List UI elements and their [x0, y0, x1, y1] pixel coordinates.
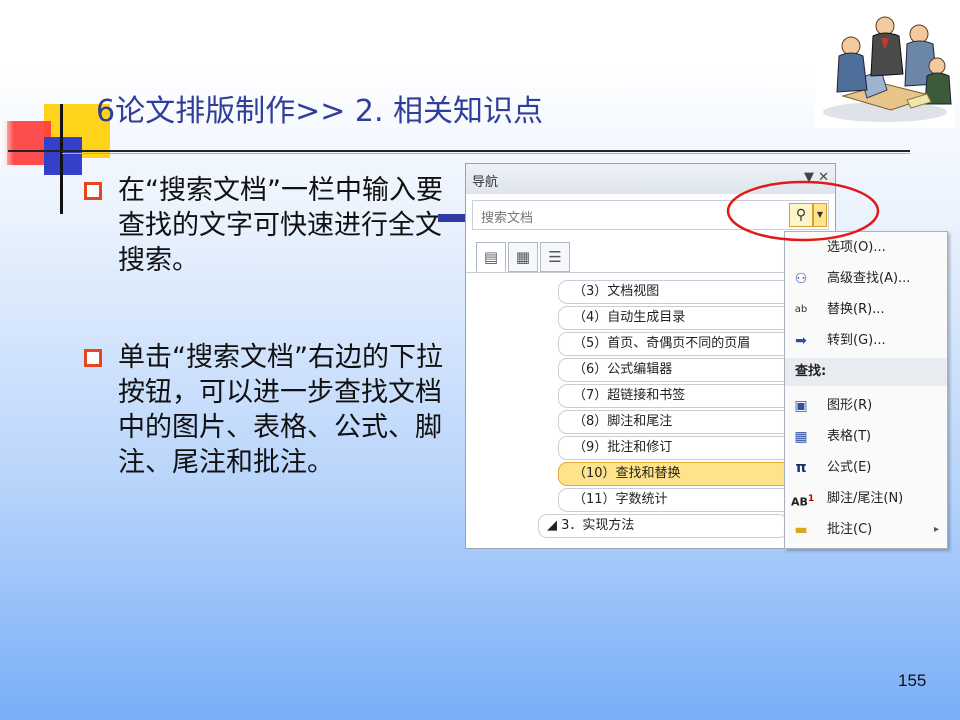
bullet-search-tip: 在“搜索文档”一栏中输入要查找的文字可快速进行全文搜索。: [84, 173, 444, 278]
menu-item-footnotes[interactable]: AB1 脚注/尾注(N): [785, 485, 947, 513]
slide-title: 6论文排版制作>> 2. 相关知识点: [96, 94, 544, 129]
pi-icon: π: [795, 460, 807, 476]
search-input[interactable]: 搜索文档: [481, 207, 533, 226]
menu-item-goto[interactable]: ➡ 转到(G)...: [785, 327, 947, 355]
divider: [466, 272, 835, 273]
arrow-right-icon: ➡: [795, 333, 807, 349]
tab-results[interactable]: ☰: [540, 242, 570, 272]
heading-item[interactable]: （3）文档视图: [558, 280, 814, 304]
business-team-clipart: [815, 4, 955, 128]
submenu-arrow-icon: ▸: [933, 524, 939, 535]
heading-group-item[interactable]: ◢ 3．实现方法: [538, 514, 788, 538]
decor-fade: [0, 121, 14, 165]
heading-item[interactable]: （9）批注和修订: [558, 436, 814, 460]
title-underline: [8, 150, 910, 152]
search-options-menu: 选项(O)... ⚇ 高级查找(A)... ab 替换(R)... ➡ 转到(G…: [784, 231, 948, 549]
bullet-square-icon: [84, 182, 102, 200]
menu-item-replace[interactable]: ab 替换(R)...: [785, 296, 947, 324]
picture-icon: ▣: [794, 398, 808, 414]
navigation-tabs: ▤ ▦ ☰: [476, 242, 572, 272]
heading-item[interactable]: （7）超链接和书签: [558, 384, 814, 408]
table-icon: ▦: [794, 429, 808, 445]
heading-item[interactable]: （6）公式编辑器: [558, 358, 814, 382]
tab-headings[interactable]: ▤: [476, 242, 506, 272]
heading-item[interactable]: （5）首页、奇偶页不同的页眉: [558, 332, 814, 356]
comment-icon: ▬: [794, 522, 808, 538]
menu-item-tables[interactable]: ▦ 表格(T): [785, 423, 947, 451]
heading-item[interactable]: （11）字数统计: [558, 488, 814, 512]
bullet-text: 在“搜索文档”一栏中输入要查找的文字可快速进行全文搜索。: [118, 175, 443, 276]
footnote-icon: AB1: [791, 493, 815, 509]
bullet-square-icon: [84, 349, 102, 367]
menu-section-find: 查找:: [785, 358, 947, 386]
navigation-pane-title: 导航: [472, 175, 499, 190]
title-underline-thin: [62, 153, 910, 154]
tab-pages[interactable]: ▦: [508, 242, 538, 272]
heading-item-selected[interactable]: （10）查找和替换: [558, 462, 814, 486]
menu-item-comments[interactable]: ▬ 批注(C) ▸: [785, 516, 947, 544]
heading-item[interactable]: （8）脚注和尾注: [558, 410, 814, 434]
menu-item-graphics[interactable]: ▣ 图形(R): [785, 392, 947, 420]
bullet-dropdown-tip: 单击“搜索文档”右边的下拉按钮，可以进一步查找文档中的图片、表格、公式、脚注、尾…: [84, 340, 444, 480]
binoculars-icon: ⚇: [794, 271, 808, 287]
page-number: 155: [898, 671, 927, 690]
highlight-ellipse: [726, 180, 880, 242]
decor-blue-square: [44, 137, 82, 175]
menu-item-equations[interactable]: π 公式(E): [785, 454, 947, 482]
replace-icon: ab: [794, 304, 808, 315]
heading-item[interactable]: （4）自动生成目录: [558, 306, 814, 330]
menu-item-advanced-find[interactable]: ⚇ 高级查找(A)...: [785, 265, 947, 293]
bullet-text: 单击“搜索文档”右边的下拉按钮，可以进一步查找文档中的图片、表格、公式、脚注、尾…: [118, 342, 443, 478]
decor-vertical-line: [60, 104, 63, 214]
